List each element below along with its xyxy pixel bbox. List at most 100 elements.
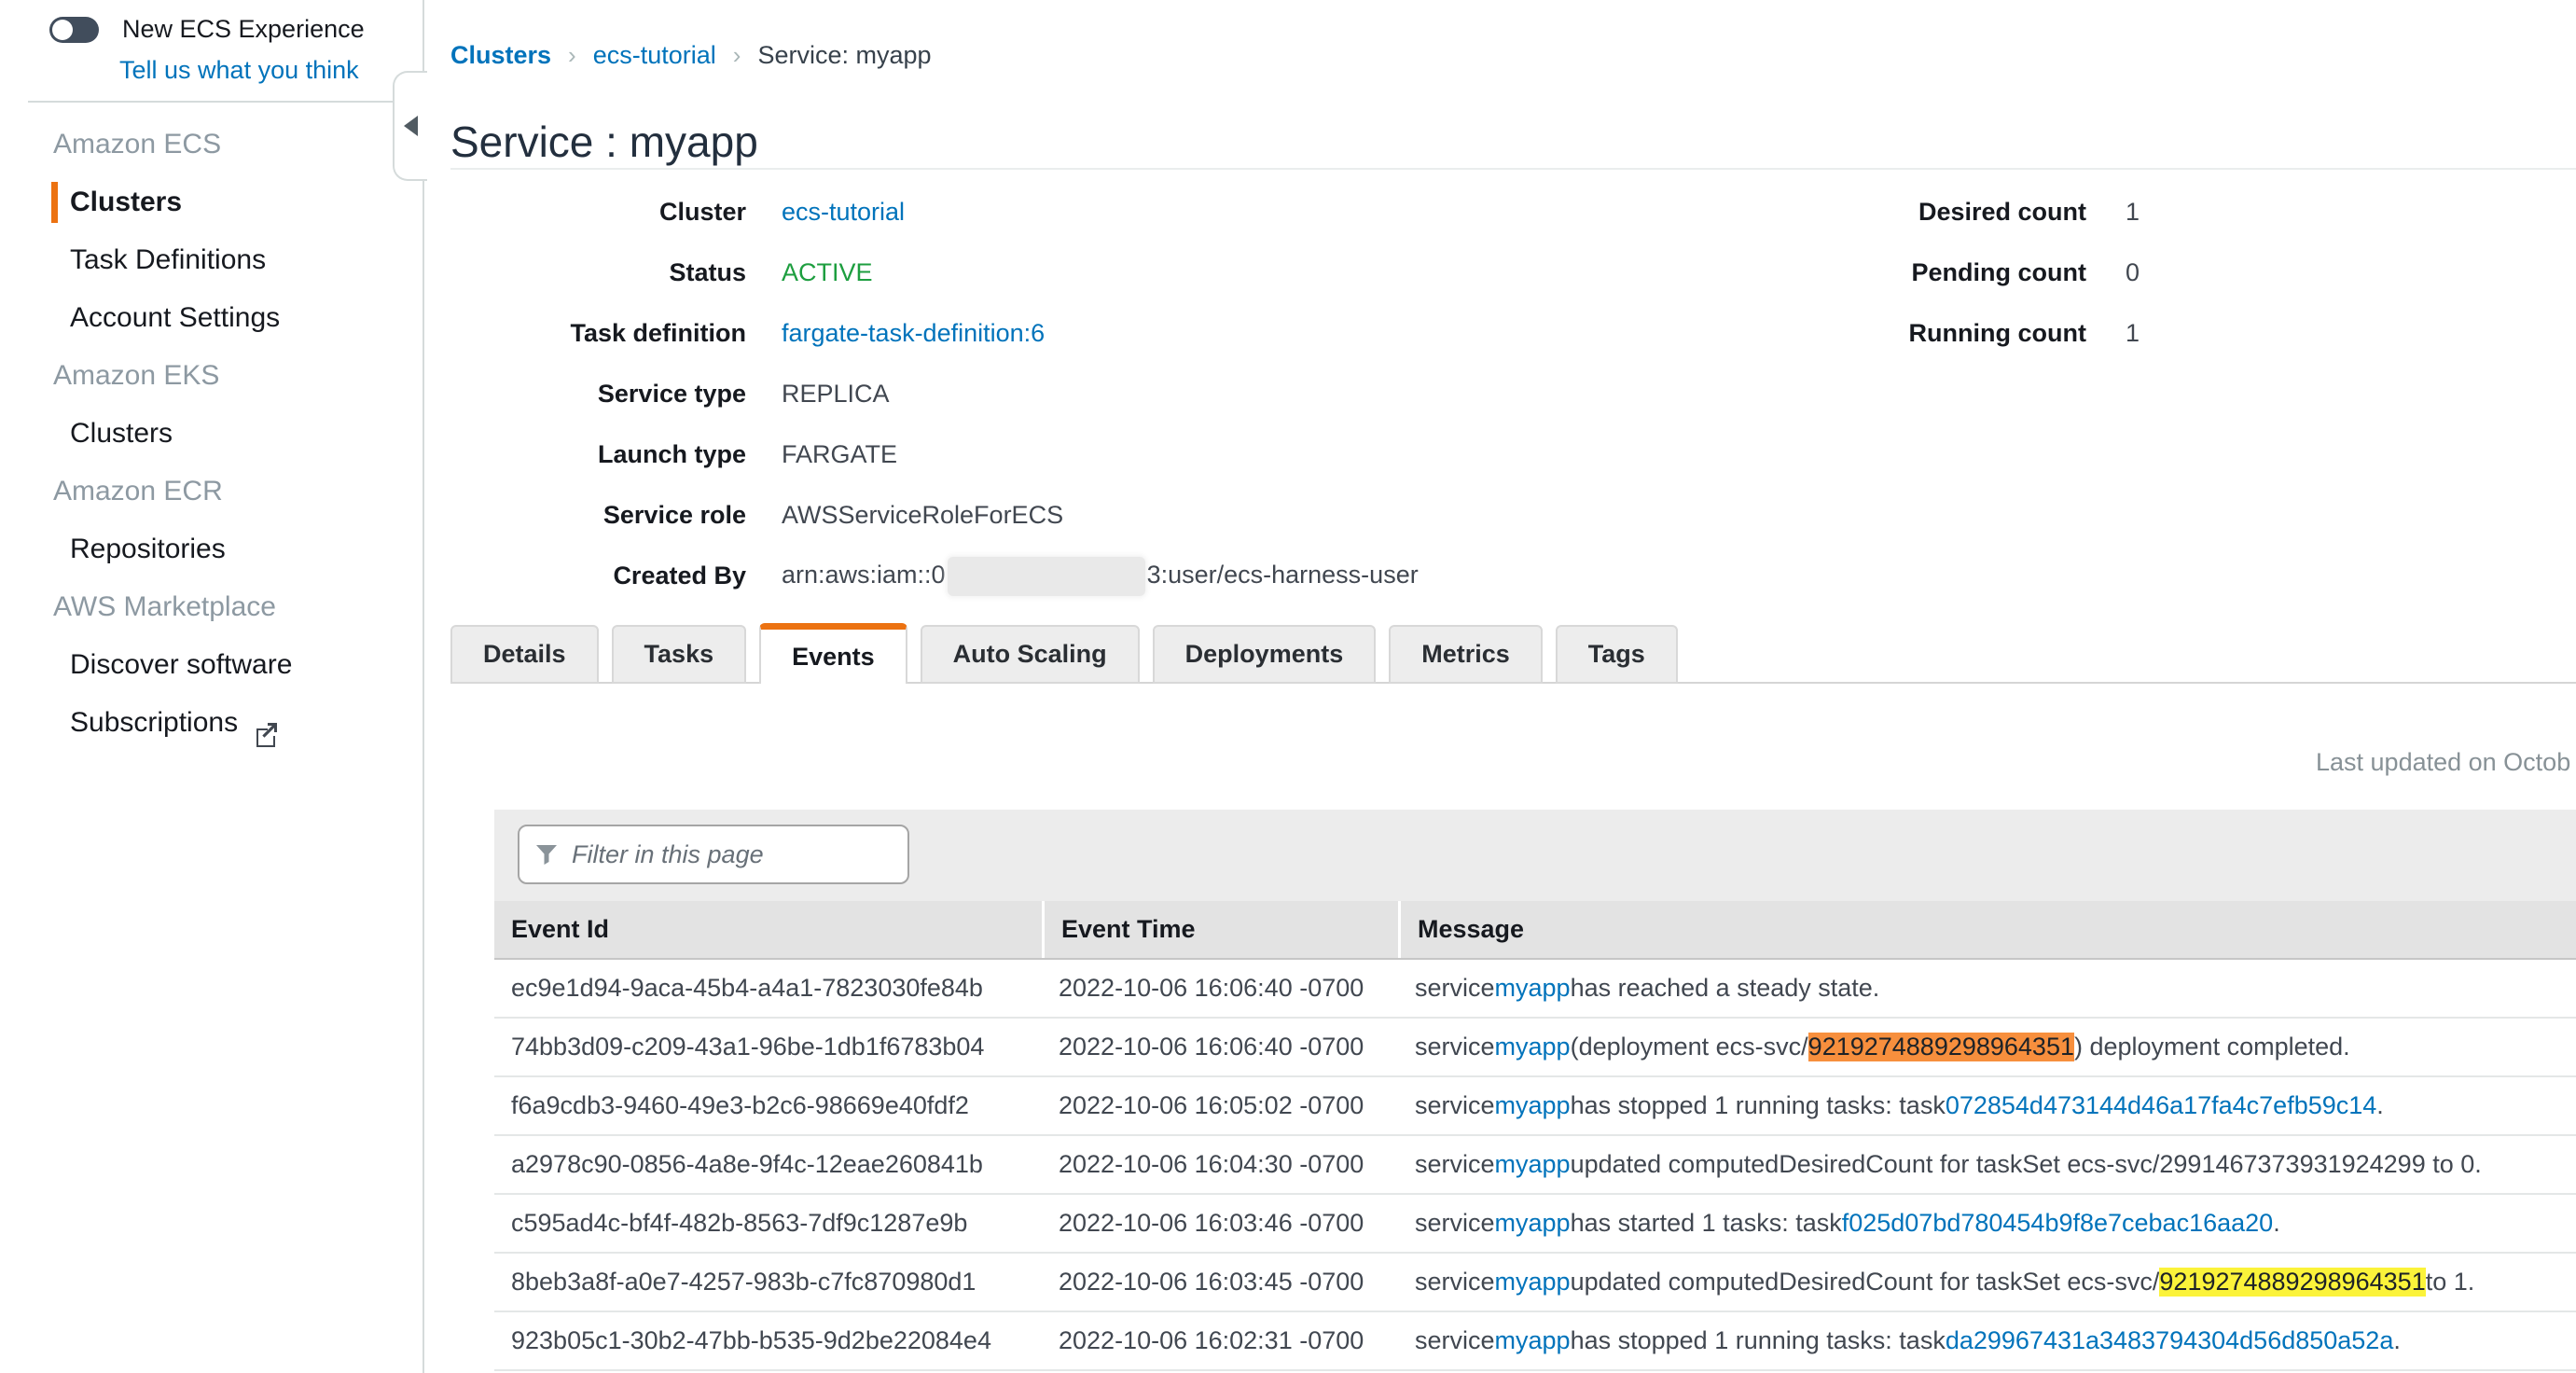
tab-details[interactable]: Details: [450, 625, 599, 684]
detail-row-service-type: Service type REPLICA: [466, 364, 1419, 424]
event-time-cell: 2022-10-06 16:02:31 -0700: [1042, 1312, 1398, 1369]
event-message-text: ) deployment completed.: [2074, 1033, 2350, 1061]
event-message-text: has reached a steady state.: [1571, 974, 1880, 1003]
events-table-header: Event IdEvent TimeMessage: [494, 901, 2576, 960]
column-header-event-time: Event Time: [1042, 901, 1398, 958]
detail-label: Status: [466, 258, 746, 287]
tab-auto-scaling[interactable]: Auto Scaling: [921, 625, 1140, 684]
count-label: Desired count: [1819, 198, 2086, 227]
tab-tasks[interactable]: Tasks: [612, 625, 747, 684]
event-message-link[interactable]: myapp: [1495, 974, 1571, 1003]
service-counts: Desired count 1 Pending count 0 Running coun…: [1819, 182, 2140, 364]
tell-us-what-you-think-link[interactable]: Tell us what you think: [119, 56, 359, 85]
event-message-cell: service myapp has started 1 tasks: task …: [1398, 1195, 2576, 1252]
detail-label: Service type: [466, 380, 746, 409]
detail-value-cluster[interactable]: ecs-tutorial: [782, 198, 905, 227]
breadcrumb: Clusters › ecs-tutorial › Service: myapp: [450, 41, 932, 70]
breadcrumb-current: Service: myapp: [757, 41, 931, 70]
sidebar-nav: Amazon ECSClustersTask DefinitionsAccoun…: [0, 116, 424, 752]
event-time-cell: 2022-10-06 16:06:40 -0700: [1042, 1019, 1398, 1075]
detail-label: Launch type: [466, 440, 746, 469]
count-value: 0: [2126, 258, 2140, 287]
event-message-link[interactable]: myapp: [1495, 1268, 1571, 1297]
detail-value-service-type: REPLICA: [782, 380, 890, 409]
detail-value-service-role: AWSServiceRoleForECS: [782, 501, 1063, 530]
detail-value-status: ACTIVE: [782, 258, 873, 287]
event-id-cell: 8beb3a8f-a0e7-4257-983b-c7fc870980d1: [494, 1254, 1042, 1311]
detail-row-launch-type: Launch typeFARGATE: [466, 424, 1419, 485]
event-time-cell: 2022-10-06 16:04:30 -0700: [1042, 1136, 1398, 1193]
event-id-cell: a2978c90-0856-4a8e-9f4c-12eae260841b: [494, 1136, 1042, 1193]
event-message-cell: service myapp has reached a steady state…: [1398, 960, 2576, 1017]
event-id-cell: c595ad4c-bf4f-482b-8563-7df9c1287e9b: [494, 1195, 1042, 1252]
new-ecs-experience-toggle[interactable]: [49, 17, 99, 43]
sidebar-item-label: Clusters: [70, 173, 182, 231]
external-link-icon: [253, 710, 279, 736]
sidebar-item-discover-software[interactable]: Discover software: [0, 636, 424, 694]
event-id-cell: 923b05c1-30b2-47bb-b535-9d2be22084e4: [494, 1312, 1042, 1369]
detail-row-service-role: Service role AWSServiceRoleForECS: [466, 485, 1419, 546]
event-message-cell: service myapp (deployment ecs-svc/921927…: [1398, 1019, 2576, 1075]
event-message-text: (deployment ecs-svc/: [1571, 1033, 1808, 1061]
count-label: Running count: [1819, 319, 2086, 348]
tab-tags[interactable]: Tags: [1556, 625, 1678, 684]
filter-input[interactable]: [570, 839, 893, 870]
event-row: c595ad4c-bf4f-482b-8563-7df9c1287e9b2022…: [494, 1195, 2576, 1254]
last-updated-text: Last updated on Octob: [2316, 748, 2570, 777]
sidebar-item-repositories[interactable]: Repositories: [0, 520, 424, 578]
event-message-text: has stopped 1 running tasks: task: [1571, 1091, 1946, 1120]
tab-events[interactable]: Events: [759, 623, 907, 684]
tab-deployments[interactable]: Deployments: [1153, 625, 1377, 684]
toggle-knob: [52, 20, 73, 40]
ecs-console-screen: { "colors": { "accent_orange": "#ec7211"…: [0, 0, 2576, 1373]
sidebar-collapse-button[interactable]: [393, 71, 427, 181]
events-table-body: ec9e1d94-9aca-45b4-a4a1-7823030fe84b2022…: [494, 960, 2576, 1371]
event-message-text: service: [1415, 1326, 1495, 1355]
tabbar: DetailsTasksEventsAuto ScalingDeployment…: [450, 623, 1678, 684]
event-message-text: service: [1415, 1033, 1495, 1061]
event-message-text: has stopped 1 running tasks: task: [1571, 1326, 1946, 1355]
event-message-link[interactable]: myapp: [1495, 1150, 1571, 1179]
detail-label: Service role: [466, 501, 746, 530]
sidebar-heading-amazon-ecs: Amazon ECS: [0, 116, 424, 173]
sidebar-item-clusters[interactable]: Clusters: [0, 405, 424, 463]
event-message-link[interactable]: myapp: [1495, 1033, 1571, 1061]
breadcrumb-cluster-link[interactable]: ecs-tutorial: [593, 41, 716, 70]
search-highlight: 9219274889298964351: [2159, 1268, 2425, 1297]
title-divider: [450, 168, 2576, 170]
sidebar-item-clusters[interactable]: Clusters: [0, 173, 424, 231]
event-message-text: has started 1 tasks: task: [1571, 1209, 1842, 1238]
event-message-link[interactable]: myapp: [1495, 1326, 1571, 1355]
event-message-link[interactable]: myapp: [1495, 1209, 1571, 1238]
breadcrumb-clusters-link[interactable]: Clusters: [450, 41, 551, 70]
sidebar-item-account-settings[interactable]: Account Settings: [0, 289, 424, 347]
detail-value-task-definition[interactable]: fargate-task-definition:6: [782, 319, 1045, 348]
tab-metrics[interactable]: Metrics: [1389, 625, 1543, 684]
new-ecs-experience-label: New ECS Experience: [122, 15, 365, 44]
count-row-pending-count: Pending count 0: [1819, 243, 2140, 303]
count-value: 1: [2126, 319, 2140, 348]
count-label: Pending count: [1819, 258, 2086, 287]
detail-label: Cluster: [466, 198, 746, 227]
sidebar-heading-amazon-eks: Amazon EKS: [0, 347, 424, 405]
count-row-running-count: Running count 1: [1819, 303, 2140, 364]
count-value: 1: [2126, 198, 2140, 227]
event-row: f6a9cdb3-9460-49e3-b2c6-98669e40fdf22022…: [494, 1077, 2576, 1136]
event-message-link[interactable]: da29967431a3483794304d56d850a52a: [1946, 1326, 2394, 1355]
event-message-text: service: [1415, 974, 1495, 1003]
event-message-cell: service myapp has stopped 1 running task…: [1398, 1077, 2576, 1134]
filter-input-box[interactable]: [518, 825, 909, 884]
page-title: Service : myapp: [450, 117, 758, 167]
sidebar-item-subscriptions[interactable]: Subscriptions: [0, 694, 424, 752]
sidebar-item-label: Repositories: [70, 520, 226, 578]
event-message-link[interactable]: f025d07bd780454b9f8e7cebac16aa20: [1842, 1209, 2273, 1238]
event-message-link[interactable]: myapp: [1495, 1091, 1571, 1120]
sidebar-item-task-definitions[interactable]: Task Definitions: [0, 231, 424, 289]
sidebar-item-label: Account Settings: [70, 289, 280, 347]
column-header-event-id: Event Id: [494, 901, 1042, 958]
event-message-cell: service myapp updated computedDesiredCou…: [1398, 1136, 2576, 1193]
detail-row-task-definition: Task definitionfargate-task-definition:6: [466, 303, 1419, 364]
breadcrumb-separator: ›: [568, 41, 576, 70]
event-message-link[interactable]: 072854d473144d46a17fa4c7efb59c14: [1946, 1091, 2376, 1120]
filter-funnel-icon: [534, 842, 559, 867]
